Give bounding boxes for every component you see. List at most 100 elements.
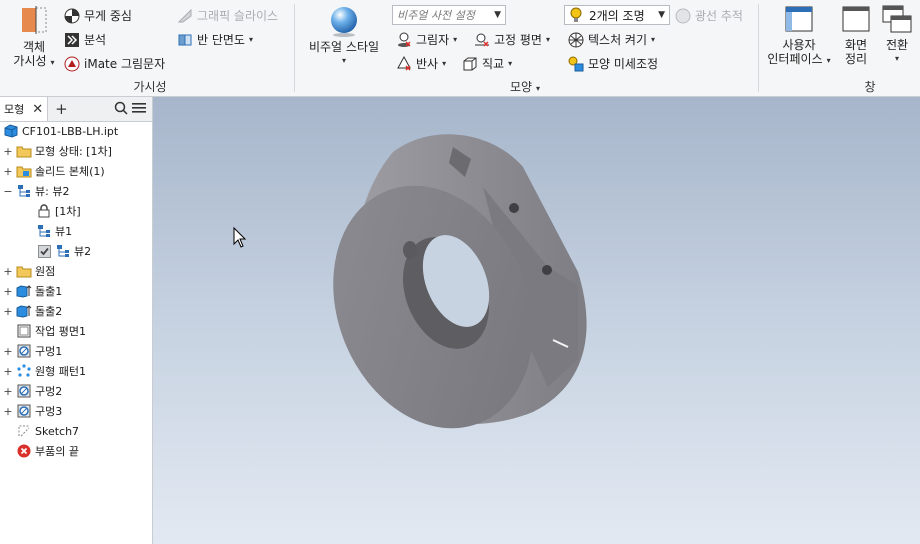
tree-item-work-plane1[interactable]: 작업 평면1 <box>16 321 86 341</box>
expand-icon[interactable]: + <box>3 305 13 318</box>
mouse-cursor-icon <box>233 226 247 248</box>
object-visibility-label-2: 가시성 ▾ <box>13 54 55 68</box>
part-side-hole-1 <box>509 203 519 213</box>
tree-item-sketch7[interactable]: Sketch7 <box>16 421 79 441</box>
switch-window-button[interactable]: 전환 ▾ <box>878 4 916 66</box>
orthographic-button[interactable]: 직교 ▾ <box>462 55 512 72</box>
tree-item-view-rep[interactable]: − 뷰: 뷰2 <box>3 181 69 201</box>
folder-icon <box>16 143 32 159</box>
tree-item-end-of-part[interactable]: 부품의 끝 <box>16 441 79 461</box>
texture-icon <box>568 32 584 48</box>
part-model <box>233 134 587 429</box>
imate-glyph-icon <box>64 56 80 72</box>
ray-tracing-button[interactable]: 광선 추적 <box>675 7 743 24</box>
user-interface-icon <box>785 6 813 32</box>
window-group-label: 창 <box>864 80 876 94</box>
visual-preset-dropdown-icon: ▼ <box>494 10 501 20</box>
hole-icon <box>16 343 32 359</box>
switch-window-label: 전환 <box>885 38 909 52</box>
sketch-icon <box>16 423 32 439</box>
menu-icon[interactable] <box>132 102 146 117</box>
expand-icon[interactable]: + <box>3 265 13 278</box>
analysis-button[interactable]: 분석 <box>64 31 106 48</box>
browser-tab-bar: 모형 ✕ + <box>0 97 152 122</box>
tree-item-extrusion1[interactable]: + 돌출1 <box>3 281 62 301</box>
solid-bodies-icon <box>16 163 32 179</box>
folder-icon <box>16 263 32 279</box>
half-section-button[interactable]: 반 단면도 ▾ <box>177 31 253 48</box>
checkbox-icon[interactable] <box>36 243 52 259</box>
center-of-gravity-icon <box>64 8 80 24</box>
extrude-icon <box>16 303 32 319</box>
lighting-icon <box>569 7 585 23</box>
tree-item-view1[interactable]: 뷰1 <box>36 221 72 241</box>
shadows-icon <box>396 32 412 48</box>
graphics-slice-button[interactable]: 그래픽 슬라이스 <box>177 7 278 24</box>
graphics-slice-icon <box>177 8 193 24</box>
imate-glyph-button[interactable]: iMate 그림문자 <box>64 55 165 72</box>
arrange-icon <box>842 6 870 32</box>
lighting-combo[interactable]: 2개의 조명 ▼ <box>564 5 670 25</box>
expand-icon[interactable]: + <box>3 165 13 178</box>
tree-item-hole1[interactable]: + 구멍1 <box>3 341 62 361</box>
expand-icon[interactable]: + <box>3 385 13 398</box>
circular-pattern-icon <box>16 363 32 379</box>
user-interface-button[interactable]: 사용자 인터페이스 ▾ <box>766 4 832 68</box>
collapse-icon[interactable]: − <box>3 185 13 198</box>
appearance-tune-button[interactable]: 모양 미세조정 <box>568 55 658 72</box>
center-of-gravity-button[interactable]: 무게 중심 <box>64 7 132 24</box>
tree-item-origin[interactable]: + 원점 <box>3 261 55 281</box>
tab-model[interactable]: 모형 ✕ <box>0 97 49 121</box>
close-icon[interactable]: ✕ <box>32 102 43 117</box>
tree-item-model-state[interactable]: + 모형 상태: [1차] <box>3 141 112 161</box>
visual-preset-combo[interactable]: 비주얼 사전 설정 ▼ <box>392 5 506 25</box>
hole-icon <box>16 403 32 419</box>
tree-item-circular-pattern1[interactable]: + 원형 패턴1 <box>3 361 86 381</box>
tree-item-view2[interactable]: 뷰2 <box>36 241 91 261</box>
part-icon <box>3 123 19 139</box>
expand-icon[interactable]: + <box>3 405 13 418</box>
visual-preset-placeholder: 비주얼 사전 설정 <box>397 9 475 22</box>
ribbon: 객체 가시성 ▾ 무게 중심 분석 iMate 그림문자 그래픽 슬라이스 반 단… <box>0 0 920 97</box>
user-interface-label-2: 인터페이스 ▾ <box>767 52 831 66</box>
tab-model-label: 모형 <box>4 103 25 116</box>
texture-on-button[interactable]: 텍스처 켜기 ▾ <box>568 31 655 48</box>
user-interface-label-1: 사용자 <box>782 38 816 52</box>
expand-icon[interactable]: + <box>3 285 13 298</box>
half-section-dropdown-icon[interactable]: ▾ <box>249 35 253 44</box>
switch-window-icon <box>882 5 912 33</box>
hole-icon <box>16 383 32 399</box>
appearance-group-label: 모양 ▾ <box>509 80 541 94</box>
visual-style-dropdown-icon: ▾ <box>341 56 346 65</box>
tree-item-extrusion2[interactable]: + 돌출2 <box>3 301 62 321</box>
visibility-group-label: 가시성 <box>133 80 167 94</box>
tree-item-hole2[interactable]: + 구멍2 <box>3 381 62 401</box>
visual-style-icon <box>331 7 357 37</box>
tree-item-hole3[interactable]: + 구멍3 <box>3 401 62 421</box>
expand-icon[interactable]: + <box>3 345 13 358</box>
reflections-button[interactable]: 반사 ▾ <box>396 55 446 72</box>
ground-plane-icon <box>474 32 490 48</box>
object-visibility-button[interactable]: 객체 가시성 ▾ <box>10 4 58 70</box>
tree-item-primary-lock[interactable]: [1차] <box>36 201 81 221</box>
lighting-dropdown-icon: ▼ <box>658 10 665 20</box>
search-icon[interactable] <box>114 101 128 118</box>
ray-tracing-icon <box>675 8 691 24</box>
ribbon-separator <box>758 4 759 92</box>
graphics-viewport[interactable] <box>153 97 920 544</box>
part-side-hole-2 <box>542 265 552 275</box>
arrange-label-1: 화면 <box>844 38 868 52</box>
tree-item-part[interactable]: CF101-LBB-LH.ipt <box>3 121 118 141</box>
visual-style-button[interactable]: 비주얼 스타일 ▾ <box>302 4 386 68</box>
orthographic-icon <box>462 56 478 72</box>
expand-icon[interactable]: + <box>3 145 13 158</box>
add-tab-icon[interactable]: + <box>55 100 68 118</box>
appearance-tune-icon <box>568 56 584 72</box>
expand-icon[interactable]: + <box>3 365 13 378</box>
shadows-button[interactable]: 그림자 ▾ <box>396 31 457 48</box>
lock-icon <box>36 203 52 219</box>
ground-plane-button[interactable]: 고정 평면 ▾ <box>474 31 550 48</box>
tree-item-solid-bodies[interactable]: + 솔리드 본체(1) <box>3 161 104 181</box>
view-icon <box>36 223 52 239</box>
arrange-button[interactable]: 화면 정리 <box>838 4 874 66</box>
